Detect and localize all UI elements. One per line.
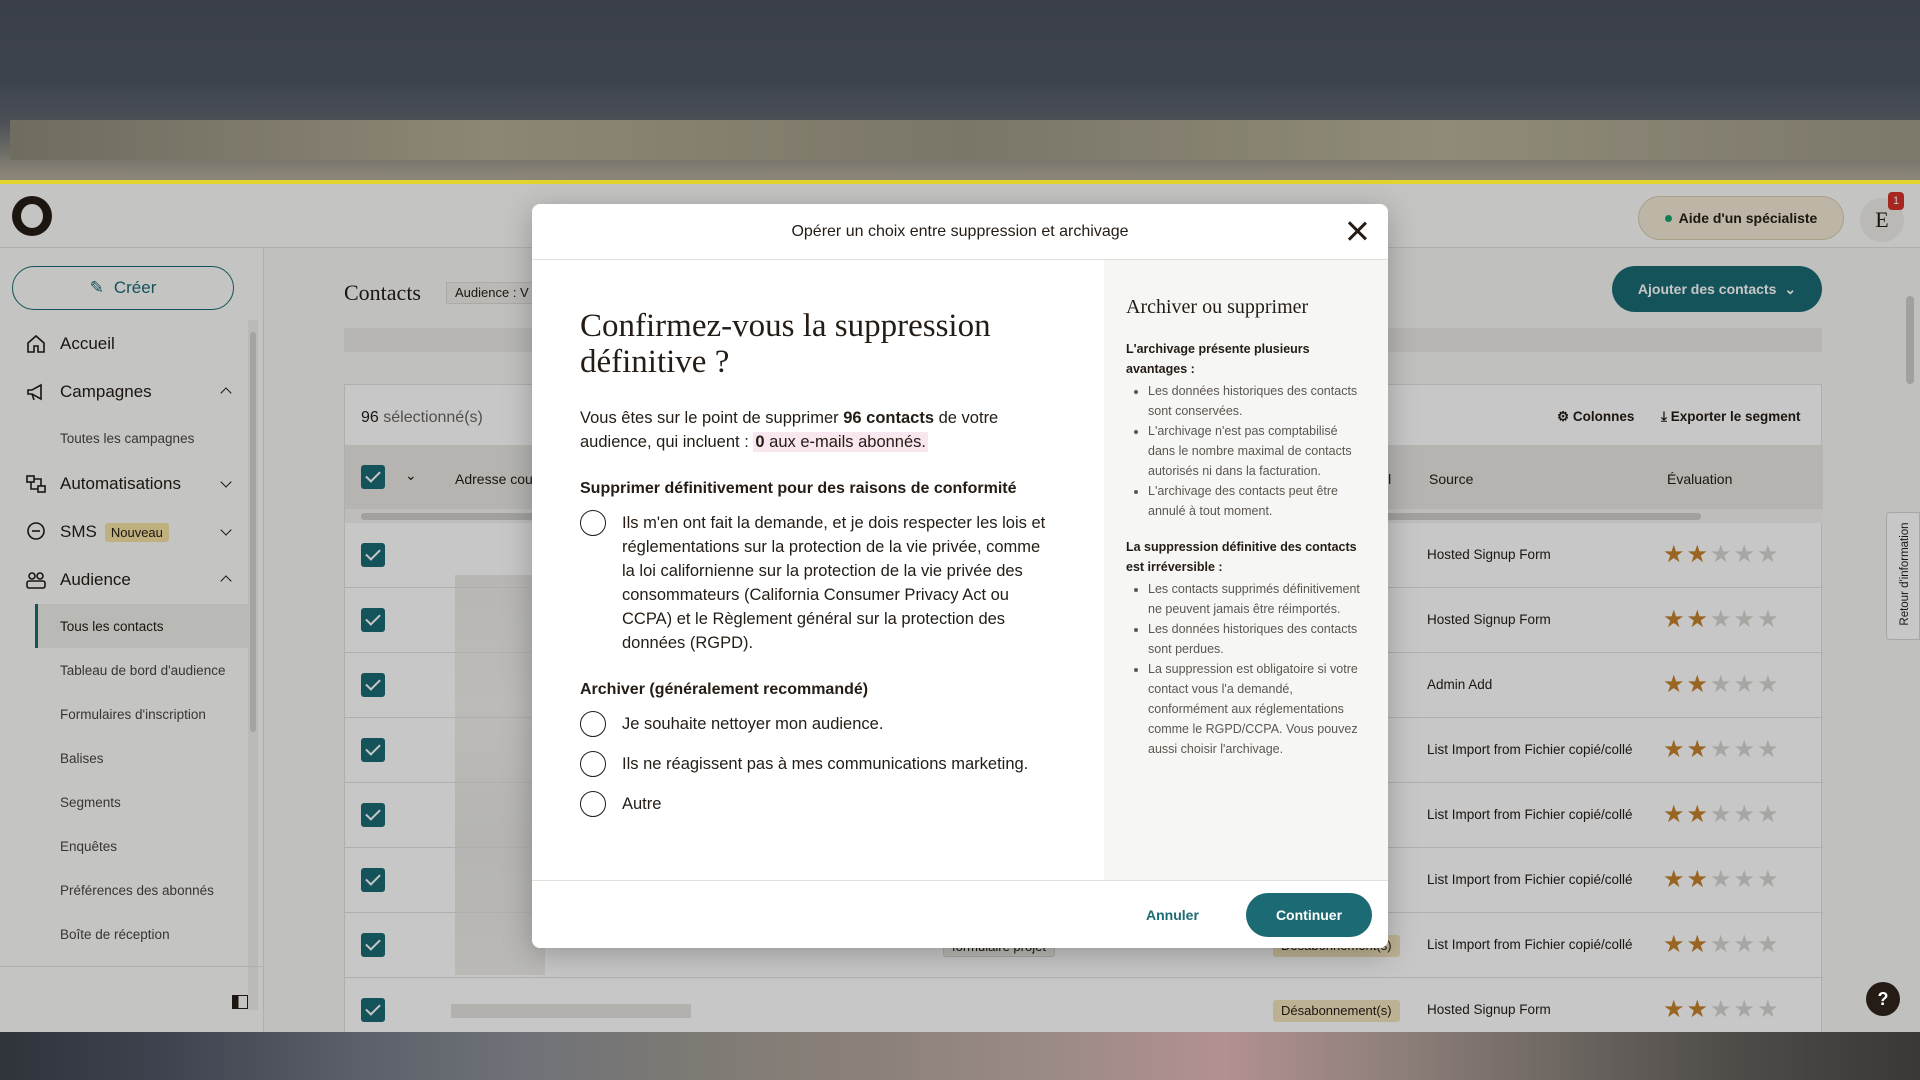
info-title: Archiver ou supprimer (1126, 296, 1309, 318)
help-button[interactable]: ? (1866, 982, 1900, 1016)
list-item: Les contacts supprimés définitivement ne… (1148, 579, 1366, 619)
desc-count: 96 contacts (843, 409, 935, 427)
delete-archive-modal: Opérer un choix entre suppression et arc… (532, 204, 1388, 948)
option-label[interactable]: Ils m'en ont fait la demande, et je dois… (622, 511, 1056, 655)
list-item: L'archivage des contacts peut être annul… (1148, 481, 1366, 521)
radio-button[interactable] (580, 711, 606, 737)
radio-button[interactable] (580, 791, 606, 817)
continue-button[interactable]: Continuer (1246, 893, 1372, 937)
option-label[interactable]: Je souhaite nettoyer mon audience. (622, 712, 883, 736)
modal-header-title: Opérer un choix entre suppression et arc… (791, 222, 1129, 240)
radio-button[interactable] (580, 510, 606, 536)
list-item: La suppression est obligatoire si votre … (1148, 659, 1366, 759)
desc-text: aux e-mails abonnés. (764, 433, 926, 451)
browser-chrome-blurred (0, 0, 1920, 184)
option-label[interactable]: Ils ne réagissent pas à mes communicatio… (622, 752, 1028, 776)
list-item: L'archivage n'est pas comptabilisé dans … (1148, 421, 1366, 481)
modal-title: Confirmez-vous la suppression définitive… (580, 308, 991, 380)
list-item: Les données historiques des contacts son… (1148, 619, 1366, 659)
delete-section-heading: Supprimer définitivement pour des raison… (580, 480, 1017, 497)
close-icon[interactable] (1346, 220, 1368, 242)
archive-benefits-list: Les données historiques des contacts son… (1148, 381, 1366, 521)
cancel-button[interactable]: Annuler (1146, 907, 1199, 923)
option-label[interactable]: Autre (622, 792, 661, 816)
desc-text: Vous êtes sur le point de supprimer (580, 409, 844, 427)
option-inactive[interactable]: Ils ne réagissent pas à mes communicatio… (580, 751, 1056, 777)
modal-description: Vous êtes sur le point de supprimer 96 c… (580, 406, 1056, 454)
delete-warning-list: Les contacts supprimés définitivement ne… (1148, 579, 1366, 759)
info-panel: Archiver ou supprimer L'archivage présen… (1104, 260, 1388, 880)
modal-footer: Annuler Continuer (532, 880, 1388, 948)
option-other[interactable]: Autre (580, 791, 1056, 817)
desc-zero: 0 (755, 433, 765, 451)
archive-section-heading: Archiver (généralement recommandé) (580, 681, 869, 698)
delete-warning-heading: La suppression définitive des contacts e… (1126, 540, 1357, 574)
archive-benefits-heading: L'archivage présente plusieurs avantages… (1126, 342, 1310, 376)
modal-header: Opérer un choix entre suppression et arc… (532, 204, 1388, 260)
desc-highlight: 0 aux e-mails abonnés. (753, 432, 928, 452)
option-compliance[interactable]: Ils m'en ont fait la demande, et je dois… (580, 510, 1056, 655)
taskbar-blurred (0, 1032, 1920, 1080)
radio-button[interactable] (580, 751, 606, 777)
option-clean-audience[interactable]: Je souhaite nettoyer mon audience. (580, 711, 1056, 737)
browser-tab-strip (10, 120, 1920, 160)
list-item: Les données historiques des contacts son… (1148, 381, 1366, 421)
modal-body: Confirmez-vous la suppression définitive… (532, 260, 1104, 880)
